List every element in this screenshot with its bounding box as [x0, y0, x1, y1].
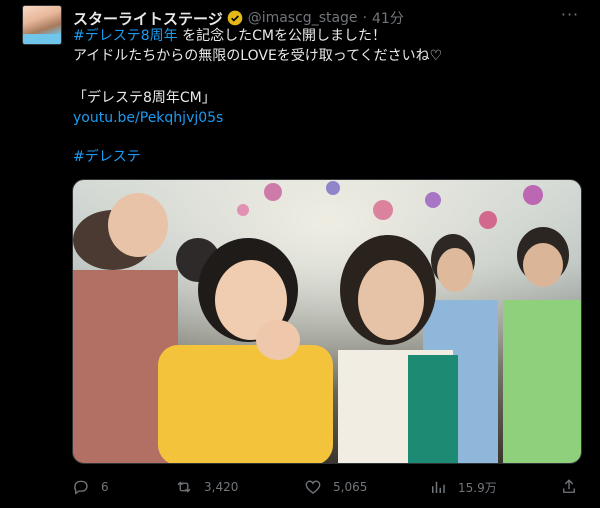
- retweet-icon: [177, 481, 191, 493]
- avatar-banner: [23, 34, 61, 44]
- more-icon[interactable]: ···: [560, 7, 580, 28]
- like-icon: [305, 480, 321, 494]
- hashtag-link[interactable]: #デレステ8周年: [73, 28, 178, 44]
- views-icon: [432, 481, 445, 493]
- like-action[interactable]: 5,065: [304, 478, 367, 496]
- avatar[interactable]: [22, 5, 62, 45]
- retweet-count: 3,420: [204, 480, 239, 494]
- author-handle[interactable]: @imascg_stage: [248, 10, 358, 26]
- views-count: 15.9万: [458, 480, 497, 495]
- post-time[interactable]: 41分: [372, 8, 404, 28]
- reply-icon: [74, 480, 88, 495]
- reply-count: 6: [101, 480, 109, 494]
- media-illustration: [73, 180, 581, 463]
- tweet-header: スターライトステージ @imascg_stage · 41分: [73, 8, 404, 28]
- tweet-line-1: #デレステ8周年 を記念したCMを公開しました！: [73, 26, 386, 46]
- views-action[interactable]: 15.9万: [429, 478, 497, 496]
- retweet-action[interactable]: 3,420: [175, 478, 238, 496]
- like-count: 5,065: [333, 480, 368, 494]
- tweet-line-3: 「デレステ8周年CM」: [73, 90, 216, 106]
- reply-action[interactable]: 6: [72, 478, 109, 496]
- separator: ·: [362, 10, 368, 26]
- youtube-link[interactable]: youtu.be/Pekqhjvj05s: [73, 108, 223, 128]
- tweet-text: を記念したCMを公開しました！: [177, 28, 386, 44]
- share-action[interactable]: [560, 478, 589, 496]
- hashtag-footer-link[interactable]: #デレステ: [73, 147, 141, 167]
- verified-badge-icon: [227, 10, 243, 26]
- share-icon: [563, 479, 575, 493]
- tweet-line-2: アイドルたちからの無限のLOVEを受け取ってくださいね♡: [73, 48, 443, 64]
- action-bar: 6 3,420 5,065 15.9万: [72, 478, 582, 498]
- media-image[interactable]: [72, 179, 582, 464]
